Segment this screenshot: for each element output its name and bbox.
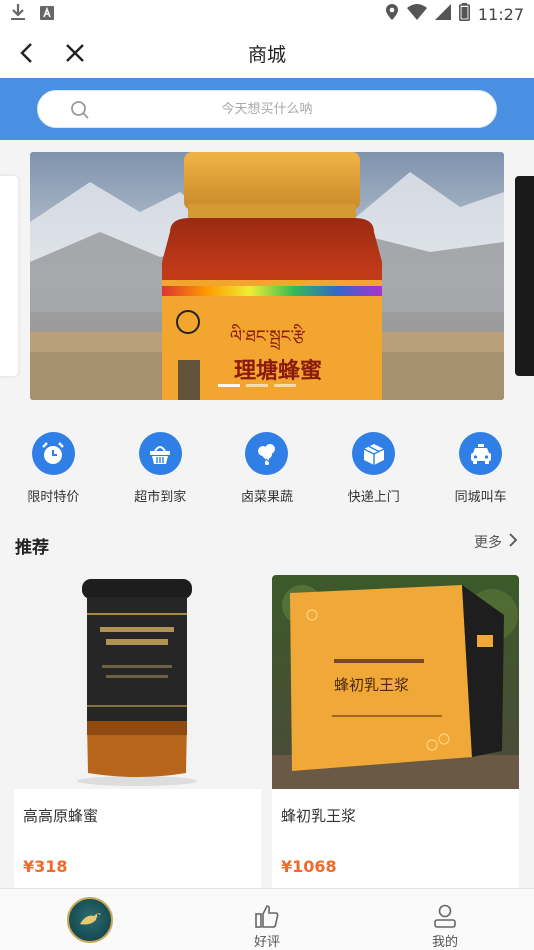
signal-icon bbox=[434, 4, 451, 24]
slide-dot-active bbox=[218, 384, 240, 387]
product-image[interactable]: 蜂初乳王浆 bbox=[272, 575, 519, 789]
category-label: 超市到家 bbox=[134, 490, 187, 505]
category-taxi[interactable]: 同城叫车 bbox=[427, 415, 534, 515]
status-time: 11:27 bbox=[477, 4, 524, 24]
more-label: 更多 bbox=[474, 535, 502, 551]
category-delivery[interactable]: 快递上门 bbox=[320, 415, 427, 515]
product-price: ¥318 bbox=[23, 857, 68, 876]
more-link[interactable]: 更多 bbox=[474, 532, 518, 552]
category-label: 卤菜果蔬 bbox=[240, 490, 293, 505]
category-produce[interactable]: 卤菜果蔬 bbox=[214, 415, 321, 515]
banner-product-label: 理塘蜂蜜 bbox=[234, 358, 322, 384]
user-icon bbox=[432, 903, 458, 929]
category-label: 限时特价 bbox=[27, 490, 80, 505]
broccoli-icon bbox=[245, 432, 289, 475]
banner-carousel[interactable]: ལི་ཐང་སྦྲང་རྩི 理塘蜂蜜 bbox=[0, 140, 534, 415]
category-limited-sale[interactable]: 限时特价 bbox=[0, 415, 107, 515]
status-bar: 11:27 bbox=[0, 0, 534, 28]
tab-mine[interactable]: 我的 bbox=[356, 889, 534, 950]
product-price: ¥1068 bbox=[281, 857, 337, 876]
slide-dot bbox=[274, 384, 296, 387]
recommend-title: 推荐 bbox=[15, 538, 49, 558]
banner-tibetan-text: ལི་ཐང་སྦྲང་རྩི bbox=[230, 324, 306, 351]
thumbs-up-icon bbox=[254, 903, 280, 929]
notification-icon bbox=[40, 5, 54, 24]
nav-bar: 商城 bbox=[0, 28, 534, 78]
tab-label: 我的 bbox=[431, 935, 458, 950]
alarm-clock-icon bbox=[31, 432, 75, 475]
recommend-header: 推荐 更多 bbox=[0, 515, 534, 573]
bottom-tab-bar: 好评 我的 bbox=[0, 888, 534, 950]
tab-home[interactable] bbox=[0, 889, 178, 950]
search-band bbox=[0, 78, 534, 140]
slide-dot bbox=[246, 384, 268, 387]
category-label: 快递上门 bbox=[347, 490, 400, 505]
package-icon bbox=[352, 432, 396, 475]
category-grid: 限时特价 超市到家 卤菜果蔬 快递上门 同城叫车 bbox=[0, 415, 534, 515]
banner-slide[interactable]: ལི་ཐང་སྦྲང་རྩི 理塘蜂蜜 bbox=[30, 152, 504, 400]
location-icon bbox=[385, 3, 399, 25]
wifi-icon bbox=[406, 4, 427, 24]
battery-icon bbox=[458, 3, 470, 25]
car-icon bbox=[459, 432, 503, 475]
basket-icon bbox=[138, 432, 182, 475]
category-supermarket[interactable]: 超市到家 bbox=[107, 415, 214, 515]
product-card[interactable]: 蜂初乳王浆 蜂初乳王浆 ¥1068 bbox=[272, 575, 519, 890]
next-slide-peek[interactable] bbox=[515, 176, 534, 376]
search-icon bbox=[70, 100, 90, 120]
product-card[interactable]: 高高原蜂蜜 ¥318 bbox=[14, 575, 261, 890]
category-label: 同城叫车 bbox=[454, 490, 507, 505]
tab-label: 好评 bbox=[253, 935, 280, 950]
search-box[interactable] bbox=[37, 90, 497, 128]
tab-reviews[interactable]: 好评 bbox=[178, 889, 356, 950]
search-input[interactable] bbox=[108, 91, 426, 127]
logo-icon bbox=[67, 897, 113, 943]
product-name: 高高原蜂蜜 bbox=[23, 807, 99, 825]
prev-slide-peek[interactable] bbox=[0, 176, 18, 376]
product-image[interactable] bbox=[14, 575, 261, 789]
product-box-text: 蜂初乳王浆 bbox=[334, 676, 409, 694]
download-icon bbox=[10, 3, 26, 25]
product-name: 蜂初乳王浆 bbox=[281, 807, 357, 825]
page-title: 商城 bbox=[247, 44, 286, 66]
chevron-right-icon bbox=[508, 533, 518, 551]
